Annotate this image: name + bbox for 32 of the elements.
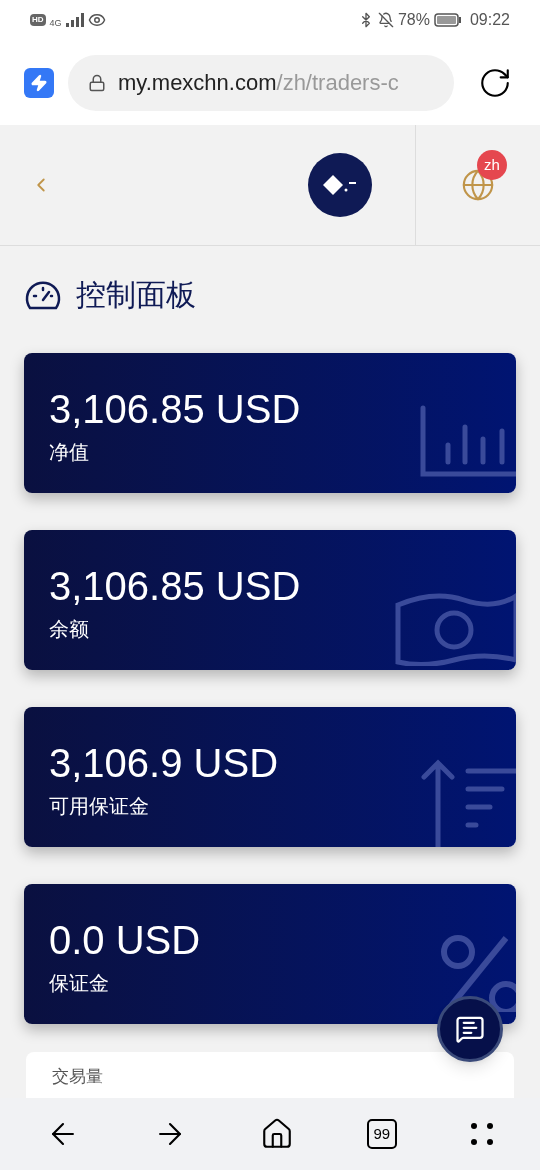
clock-time: 09:22 [469, 10, 510, 30]
tabs-button[interactable]: 99 [366, 1119, 397, 1149]
sort-arrow-icon [420, 757, 516, 847]
bell-off-icon [377, 12, 394, 28]
network-type: 4G [49, 17, 62, 31]
card-label: 余额 [49, 617, 90, 642]
card-label: 净值 [49, 440, 90, 465]
battery-percent: 78% [397, 10, 430, 30]
eye-icon [87, 11, 106, 29]
home-icon[interactable] [260, 1117, 294, 1151]
language-badge: zh [477, 150, 507, 180]
banknote-icon [394, 590, 516, 666]
url-text: my.mexchn.com/zh/traders-c [118, 69, 399, 97]
menu-icon[interactable] [469, 1122, 494, 1146]
page-title: 控制面板 [76, 277, 196, 313]
lock-icon [88, 73, 106, 92]
card-value: 3,106.85 USD [49, 387, 302, 431]
card-value: 3,106.9 USD [49, 741, 280, 785]
card-label: 可用保证金 [49, 794, 150, 819]
globe-icon[interactable] [461, 168, 495, 202]
chat-icon [455, 1014, 485, 1044]
hd-icon: HD [30, 14, 46, 26]
gauge-icon [24, 279, 62, 310]
card-value: 3,106.85 USD [49, 564, 302, 608]
card-label: 保证金 [49, 971, 110, 996]
app-logo-icon[interactable] [24, 67, 54, 98]
bar-chart-icon [420, 405, 516, 477]
address-bar[interactable]: my.mexchn.com/zh/traders-c [68, 54, 454, 111]
card-value: 0.0 USD [49, 918, 202, 962]
signal-icon [65, 13, 84, 27]
card-title: 交易量 [52, 1067, 103, 1086]
battery-icon [433, 13, 462, 27]
